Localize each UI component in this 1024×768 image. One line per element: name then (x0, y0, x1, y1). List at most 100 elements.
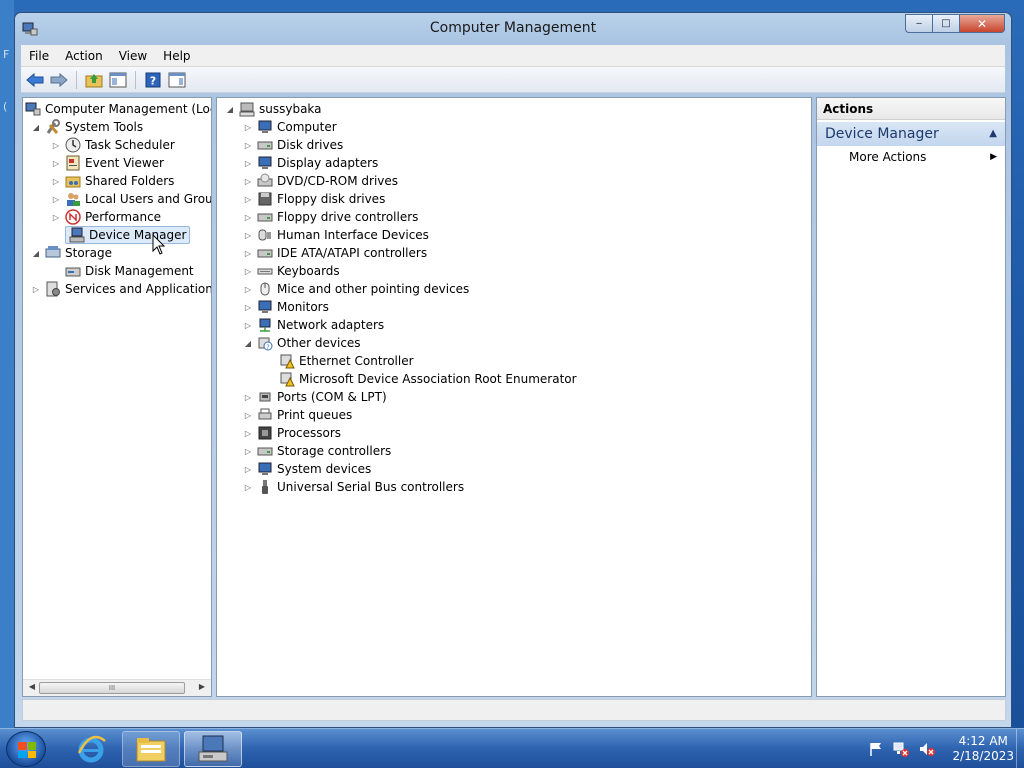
collapsed-arrow-icon[interactable]: ▷ (31, 280, 41, 298)
expanded-arrow-icon[interactable]: ◢ (225, 100, 235, 118)
collapsed-arrow-icon[interactable]: ▷ (243, 244, 253, 262)
device-item[interactable]: Microsoft Device Association Root Enumer… (279, 370, 577, 388)
start-button[interactable] (6, 731, 46, 767)
dvd-drive-icon (257, 173, 273, 187)
taskbar-windows-explorer[interactable] (122, 731, 180, 767)
device-category[interactable]: ▷ Floppy disk drives (243, 190, 385, 208)
menu-action[interactable]: Action (57, 49, 111, 63)
taskbar-internet-explorer[interactable] (62, 731, 120, 767)
collapsed-arrow-icon[interactable]: ▷ (243, 460, 253, 478)
device-category[interactable]: ▷ DVD/CD-ROM drives (243, 172, 398, 190)
up-one-level-button[interactable] (84, 70, 104, 90)
tree-item-services-applications[interactable]: ▷ Services and Applications (31, 280, 212, 298)
collapsed-arrow-icon[interactable]: ▷ (243, 190, 253, 208)
title-bar[interactable]: Computer Management ‒ □ ✕ (15, 13, 1011, 45)
device-category[interactable]: ▷ Display adapters (243, 154, 378, 172)
collapsed-arrow-icon[interactable]: ▷ (243, 154, 253, 172)
collapsed-arrow-icon[interactable]: ▷ (243, 298, 253, 316)
device-category[interactable]: ▷ Processors (243, 424, 341, 442)
tree-item-event-viewer[interactable]: ▷ Event Viewer (51, 154, 164, 172)
collapsed-arrow-icon[interactable]: ▷ (243, 172, 253, 190)
maximize-button[interactable]: □ (932, 14, 959, 33)
collapsed-arrow-icon[interactable]: ▷ (243, 424, 253, 442)
device-category[interactable]: ▷ Universal Serial Bus controllers (243, 478, 464, 496)
collapsed-arrow-icon[interactable]: ▷ (243, 478, 253, 496)
clock[interactable]: 4:12 AM 2/18/2023 (952, 734, 1014, 764)
device-category[interactable]: ▷ Computer (243, 118, 337, 136)
collapsed-arrow-icon[interactable]: ▷ (51, 172, 61, 190)
device-category[interactable]: ▷ IDE ATA/ATAPI controllers (243, 244, 427, 262)
volume-muted-icon[interactable] (918, 741, 936, 757)
forward-button[interactable] (49, 70, 69, 90)
tree-item-task-scheduler[interactable]: ▷ Task Scheduler (51, 136, 175, 154)
collapsed-arrow-icon[interactable]: ▷ (243, 442, 253, 460)
tree-item-disk-management[interactable]: Disk Management (65, 262, 194, 280)
collapsed-arrow-icon[interactable]: ▷ (243, 208, 253, 226)
collapsed-arrow-icon[interactable]: ▷ (243, 262, 253, 280)
collapsed-arrow-icon[interactable]: ▷ (51, 136, 61, 154)
device-item[interactable]: Ethernet Controller (279, 352, 414, 370)
device-category[interactable]: ▷ Monitors (243, 298, 329, 316)
device-category[interactable]: ▷ Floppy drive controllers (243, 208, 419, 226)
device-category[interactable]: ▷ System devices (243, 460, 371, 478)
expanded-arrow-icon[interactable]: ◢ (31, 118, 41, 136)
tree-item-device-manager[interactable]: Device Manager (65, 226, 191, 244)
menu-help[interactable]: Help (155, 49, 198, 63)
collapsed-arrow-icon[interactable]: ▷ (243, 118, 253, 136)
device-tree-pane[interactable]: ◢ sussybaka ▷ Computer ▷ Disk drives ▷ Display … (216, 97, 812, 697)
close-button[interactable]: ✕ (959, 14, 1005, 33)
collapsed-arrow-icon[interactable]: ▷ (243, 226, 253, 244)
back-button[interactable] (25, 70, 45, 90)
actions-group-device-manager[interactable]: Device Manager ▲ (817, 122, 1005, 146)
expanded-arrow-icon[interactable]: ◢ (243, 334, 253, 352)
ide-controller-icon (257, 249, 273, 258)
collapsed-arrow-icon[interactable]: ▷ (51, 208, 61, 226)
scrollbar-thumb[interactable]: III (39, 682, 185, 694)
horizontal-scrollbar[interactable]: ◀ III ▶ (23, 679, 211, 696)
tree-label: Floppy disk drives (277, 192, 386, 206)
collapsed-arrow-icon[interactable]: ▷ (243, 316, 253, 334)
collapsed-arrow-icon[interactable]: ▷ (243, 406, 253, 424)
tree-label: Floppy drive controllers (277, 210, 419, 224)
expanded-arrow-icon[interactable]: ◢ (31, 244, 41, 262)
more-actions-link[interactable]: More Actions (849, 150, 926, 164)
device-category[interactable]: ▷ Print queues (243, 406, 352, 424)
help-button[interactable]: ? (143, 70, 163, 90)
taskbar-computer-management[interactable] (184, 731, 242, 767)
submenu-arrow-icon[interactable]: ▶ (990, 152, 997, 162)
scroll-right-icon[interactable]: ▶ (195, 682, 209, 694)
action-center-flag-icon[interactable] (868, 741, 884, 757)
collapsed-arrow-icon[interactable]: ▷ (51, 154, 61, 172)
device-category[interactable]: ▷ Keyboards (243, 262, 340, 280)
scroll-left-icon[interactable]: ◀ (25, 682, 39, 694)
collapsed-arrow-icon[interactable]: ▷ (243, 388, 253, 406)
device-category[interactable]: ▷ Ports (COM & LPT) (243, 388, 387, 406)
tree-item-computer-root[interactable]: ◢ sussybaka (225, 100, 322, 118)
tree-label: Other devices (277, 336, 361, 350)
menu-file[interactable]: File (21, 49, 57, 63)
tree-item-shared-folders[interactable]: ▷ Shared Folders (51, 172, 174, 190)
device-category[interactable]: ▷ Mice and other pointing devices (243, 280, 469, 298)
tree-item-computer-management[interactable]: Computer Management (Local (25, 100, 211, 118)
show-desktop-button[interactable] (1016, 729, 1024, 768)
tree-label: Services and Applications (65, 282, 212, 296)
device-category[interactable]: ▷ Network adapters (243, 316, 384, 334)
tree-item-local-users-groups[interactable]: ▷ Local Users and Groups (51, 190, 211, 208)
tree-item-storage[interactable]: ◢ Storage (31, 244, 112, 262)
device-category[interactable]: ▷ Disk drives (243, 136, 343, 154)
collapsed-arrow-icon[interactable]: ▷ (243, 280, 253, 298)
collapsed-arrow-icon[interactable]: ▷ (243, 136, 253, 154)
show-hide-console-tree-button[interactable] (108, 70, 128, 90)
device-category[interactable]: ◢? Other devices (243, 334, 361, 352)
tree-item-system-tools[interactable]: ◢ System Tools (31, 118, 143, 136)
device-category[interactable]: ▷ Storage controllers (243, 442, 391, 460)
device-category[interactable]: ▷ Human Interface Devices (243, 226, 429, 244)
collapse-up-icon[interactable]: ▲ (989, 128, 997, 139)
tree-item-performance[interactable]: ▷ Performance (51, 208, 161, 226)
show-hide-action-pane-button[interactable] (167, 70, 187, 90)
network-disconnected-icon[interactable] (892, 741, 910, 757)
menu-view[interactable]: View (111, 49, 155, 63)
console-tree-pane[interactable]: Computer Management (Local ◢ System Tool… (22, 97, 212, 697)
collapsed-arrow-icon[interactable]: ▷ (51, 190, 61, 208)
minimize-button[interactable]: ‒ (905, 14, 932, 33)
